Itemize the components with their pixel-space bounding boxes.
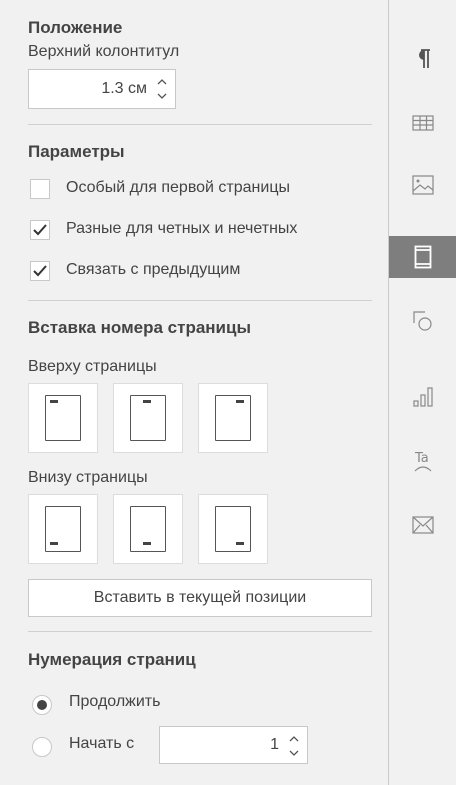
header-footer-icon <box>414 245 432 269</box>
stepper-arrows-icon[interactable] <box>287 732 301 760</box>
page-number-top-left[interactable] <box>28 383 98 453</box>
page-number-top-right[interactable] <box>198 383 268 453</box>
image-icon <box>412 175 434 195</box>
shape-settings-tab[interactable] <box>389 300 456 342</box>
page-icon <box>130 395 166 441</box>
header-offset-label: Верхний колонтитул <box>28 43 180 60</box>
page-icon <box>45 506 81 552</box>
mail-merge-settings-tab[interactable] <box>389 504 456 546</box>
stepper-arrows-icon[interactable] <box>155 75 169 103</box>
link-previous-checkbox[interactable] <box>30 261 50 281</box>
params-heading: Параметры <box>28 142 125 161</box>
odd-even-checkbox[interactable] <box>30 220 50 240</box>
header-offset-stepper[interactable]: 1.3 см <box>28 69 176 109</box>
right-tool-rail: Ta <box>388 0 456 785</box>
divider <box>28 300 372 301</box>
link-previous-label: Связать с предыдущим <box>66 261 241 278</box>
page-icon <box>215 395 251 441</box>
checkmark-icon <box>33 265 47 277</box>
start-at-value: 1 <box>270 736 279 753</box>
page-icon <box>215 506 251 552</box>
text-art-settings-tab[interactable]: Ta <box>389 440 456 482</box>
mail-merge-icon <box>412 516 434 534</box>
chart-settings-tab[interactable] <box>389 376 456 418</box>
chart-icon <box>413 387 433 407</box>
image-settings-tab[interactable] <box>389 164 456 206</box>
continue-label: Продолжить <box>69 693 161 710</box>
start-at-label: Начать с <box>69 735 135 752</box>
text-art-icon: Ta <box>414 451 432 472</box>
page-number-bottom-left[interactable] <box>28 494 98 564</box>
page-number-bottom-right[interactable] <box>198 494 268 564</box>
start-at-stepper[interactable]: 1 <box>159 726 308 764</box>
start-at-radio[interactable] <box>32 737 52 757</box>
page-icon <box>45 395 81 441</box>
top-of-page-label: Вверху страницы <box>28 358 157 375</box>
paragraph-settings-tab[interactable] <box>389 38 456 80</box>
svg-text:Ta: Ta <box>414 451 429 466</box>
page-number-bottom-center[interactable] <box>113 494 183 564</box>
table-settings-tab[interactable] <box>389 102 456 144</box>
shape-icon <box>413 311 432 331</box>
table-icon <box>412 115 434 131</box>
position-heading: Положение <box>28 18 123 37</box>
page-icon <box>130 506 166 552</box>
numbering-heading: Нумерация страниц <box>28 650 196 669</box>
continue-radio[interactable] <box>32 695 52 715</box>
insert-at-position-button[interactable]: Вставить в текущей позиции <box>28 579 372 617</box>
header-footer-settings-panel: Положение Верхний колонтитул 1.3 см Пара… <box>0 0 388 785</box>
paragraph-icon <box>419 49 430 68</box>
odd-even-label: Разные для четных и нечетных <box>66 220 298 237</box>
header-footer-settings-tab[interactable] <box>389 236 456 278</box>
page-number-top-center[interactable] <box>113 383 183 453</box>
first-page-label: Особый для первой страницы <box>66 179 290 196</box>
bottom-of-page-label: Внизу страницы <box>28 469 148 486</box>
checkmark-icon <box>33 224 47 236</box>
divider <box>28 124 372 125</box>
divider <box>28 631 372 632</box>
first-page-checkbox[interactable] <box>30 179 50 199</box>
header-offset-value: 1.3 см <box>101 80 147 97</box>
page-number-heading: Вставка номера страницы <box>28 318 251 337</box>
